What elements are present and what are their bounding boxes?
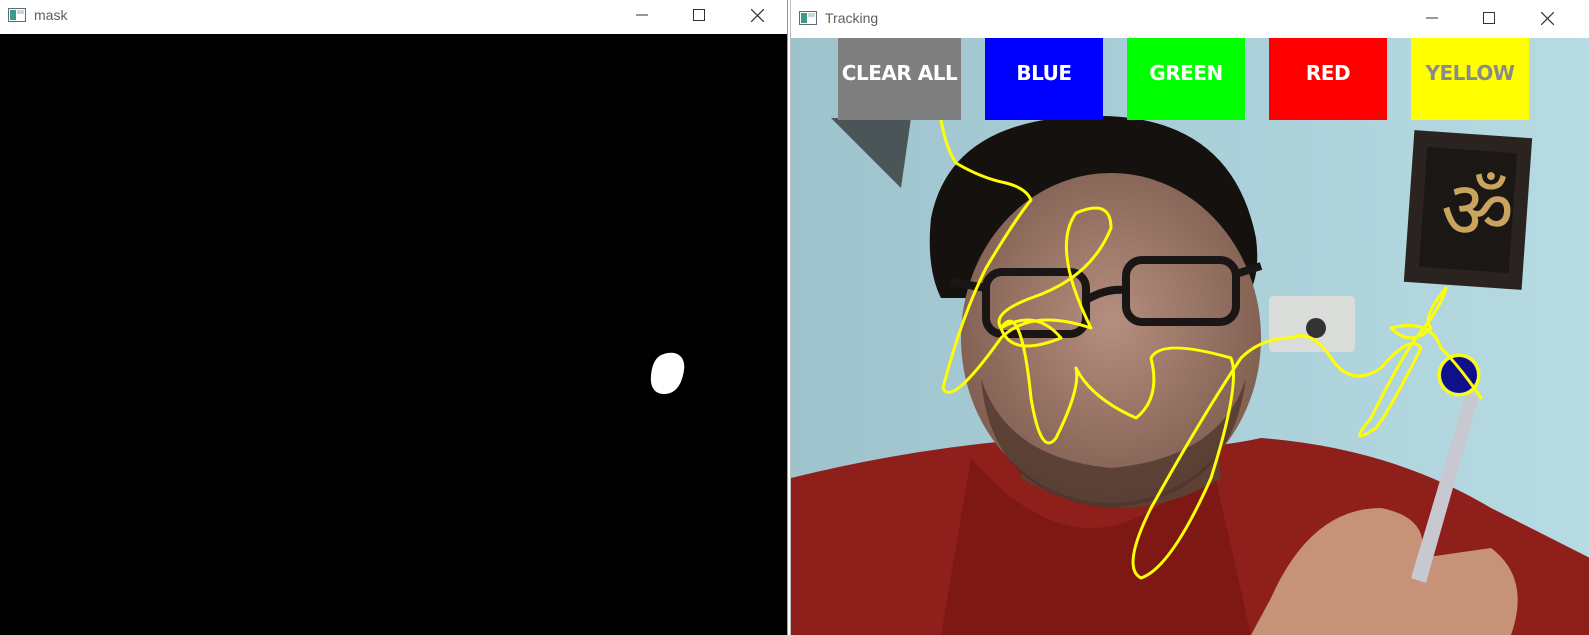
maximize-button[interactable] — [676, 0, 722, 30]
blue-label: BLUE — [1016, 60, 1072, 85]
yellow-button[interactable]: YELLOW — [1411, 38, 1529, 120]
mask-titlebar[interactable]: mask — [0, 0, 787, 34]
tracked-marker — [1441, 357, 1477, 393]
window-title: Tracking — [825, 10, 879, 26]
mask-window: mask — [0, 0, 788, 635]
om-picture-frame: ॐ — [1403, 130, 1533, 290]
mask-blob — [650, 352, 685, 394]
green-label: GREEN — [1149, 60, 1223, 85]
close-button[interactable] — [1524, 3, 1570, 33]
mask-canvas — [0, 34, 787, 635]
tracking-titlebar[interactable]: Tracking — [791, 0, 1589, 38]
maximize-button[interactable] — [1466, 3, 1512, 33]
clear-all-label: CLEAR ALL — [841, 60, 958, 85]
window-app-icon — [8, 8, 26, 22]
green-button[interactable]: GREEN — [1127, 38, 1245, 120]
maximize-icon — [693, 9, 705, 21]
window-app-icon — [799, 11, 817, 25]
red-button[interactable]: RED — [1269, 38, 1387, 120]
mask-blob-layer — [650, 352, 685, 394]
window-title: mask — [34, 7, 68, 23]
close-button[interactable] — [734, 0, 780, 30]
blue-button[interactable]: BLUE — [985, 38, 1103, 120]
minimize-icon — [1426, 17, 1438, 19]
tracking-video-feed[interactable]: ॐ CLEAR ALL BLUE GREEN RED YELLOW — [791, 38, 1589, 635]
maximize-icon — [1483, 12, 1495, 24]
minimize-button[interactable] — [1409, 3, 1455, 33]
close-icon — [750, 8, 764, 22]
camera-scene: ॐ — [791, 38, 1589, 635]
minimize-button[interactable] — [619, 0, 665, 30]
close-icon — [1540, 11, 1554, 25]
red-label: RED — [1305, 60, 1351, 85]
clear-all-button[interactable]: CLEAR ALL — [838, 38, 961, 120]
tracking-window: Tracking ॐ CLEAR ALL BLUE GREEN RED YELL… — [790, 0, 1589, 635]
svg-text:ॐ: ॐ — [1438, 162, 1517, 260]
minimize-icon — [636, 14, 648, 16]
yellow-label: YELLOW — [1425, 60, 1515, 85]
